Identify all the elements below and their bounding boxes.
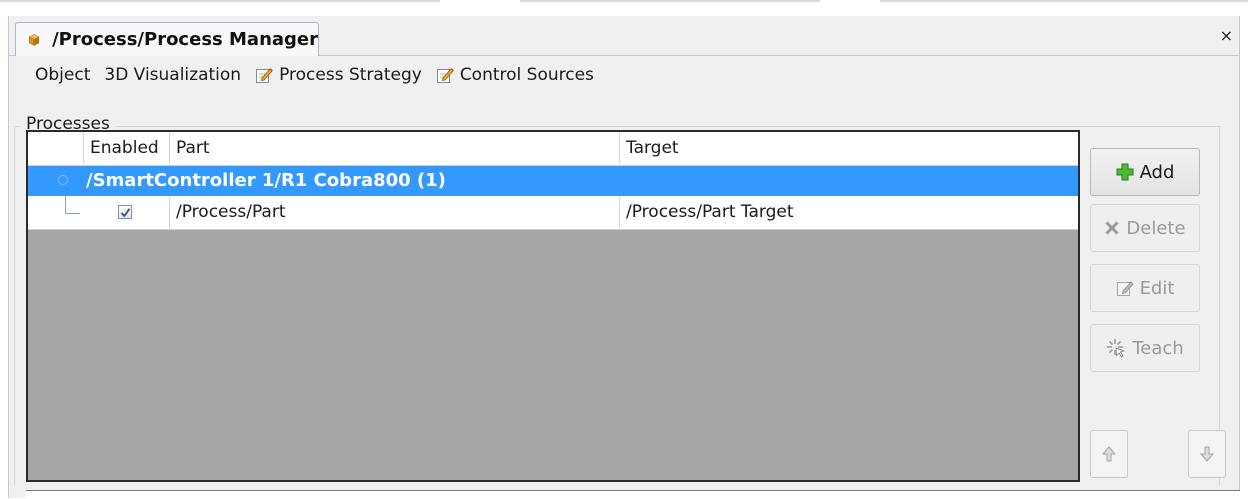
group-row-controller[interactable]: /SmartController 1/R1 Cobra800 (1): [28, 166, 1078, 196]
top-strip-segment: [0, 0, 440, 2]
header-row-selector: [28, 132, 84, 165]
move-down-button[interactable]: [1188, 430, 1226, 478]
tab-bar: /Process/Process Manager ×: [9, 16, 1239, 56]
tree-connector: [65, 196, 80, 214]
menu-item-label: Object: [35, 65, 91, 85]
menu-item-label: 3D Visualization: [104, 65, 242, 85]
plus-icon: [1116, 163, 1134, 181]
menu-item-label: Process Strategy: [279, 65, 422, 85]
arrow-up-icon: [1102, 446, 1116, 462]
menu-item-object[interactable]: Object: [35, 65, 90, 85]
column-header-target[interactable]: Target: [620, 132, 1078, 165]
tab-process-manager[interactable]: /Process/Process Manager: [15, 22, 319, 56]
menu-item-label: Control Sources: [459, 65, 594, 85]
column-header-part[interactable]: Part: [170, 132, 620, 165]
teach-button-label: Teach: [1132, 337, 1184, 359]
menu-item-process-strategy[interactable]: Process Strategy: [255, 65, 422, 85]
menu-bar: Object 3D Visualization Process Strategy: [9, 60, 608, 90]
close-icon: [1104, 220, 1120, 236]
group-row-label: /SmartController 1/R1 Cobra800 (1): [86, 170, 446, 191]
delete-button-label: Delete: [1126, 217, 1186, 239]
edit-icon: [1116, 279, 1134, 297]
edit-button[interactable]: Edit: [1090, 264, 1200, 312]
grid-header: Enabled Part Target: [28, 132, 1078, 166]
cell-target: /Process/Part Target: [626, 202, 794, 222]
teach-button[interactable]: Teach: [1090, 324, 1200, 372]
edit-button-label: Edit: [1139, 277, 1175, 299]
edit-icon: [436, 68, 454, 83]
edit-icon: [256, 68, 273, 83]
cube-icon: [28, 33, 40, 46]
top-strip-segment: [880, 0, 1248, 2]
top-strip: [0, 0, 1248, 16]
expander-icon[interactable]: [58, 175, 68, 185]
enabled-checkbox[interactable]: [118, 205, 132, 219]
teach-icon: [1106, 338, 1126, 358]
table-row[interactable]: /Process/Part /Process/Part Target: [28, 196, 1078, 230]
delete-button[interactable]: Delete: [1090, 204, 1200, 252]
cell-part: /Process/Part: [170, 196, 620, 229]
cell-enabled: [84, 196, 170, 229]
move-up-button[interactable]: [1090, 430, 1128, 478]
checkmark-icon: [120, 207, 130, 217]
top-strip-segment: [520, 0, 820, 2]
processes-grid[interactable]: Enabled Part Target /SmartController 1/R…: [26, 130, 1080, 482]
add-button[interactable]: Add: [1090, 148, 1200, 196]
add-button-label: Add: [1139, 161, 1175, 183]
menu-item-control-sources[interactable]: Control Sources: [436, 65, 594, 85]
arrow-down-icon: [1200, 446, 1214, 462]
close-icon[interactable]: ×: [1220, 28, 1233, 44]
tab-title: /Process/Process Manager: [52, 29, 318, 50]
column-header-enabled[interactable]: Enabled: [84, 132, 170, 165]
menu-item-3d-visualization[interactable]: 3D Visualization: [104, 65, 241, 85]
